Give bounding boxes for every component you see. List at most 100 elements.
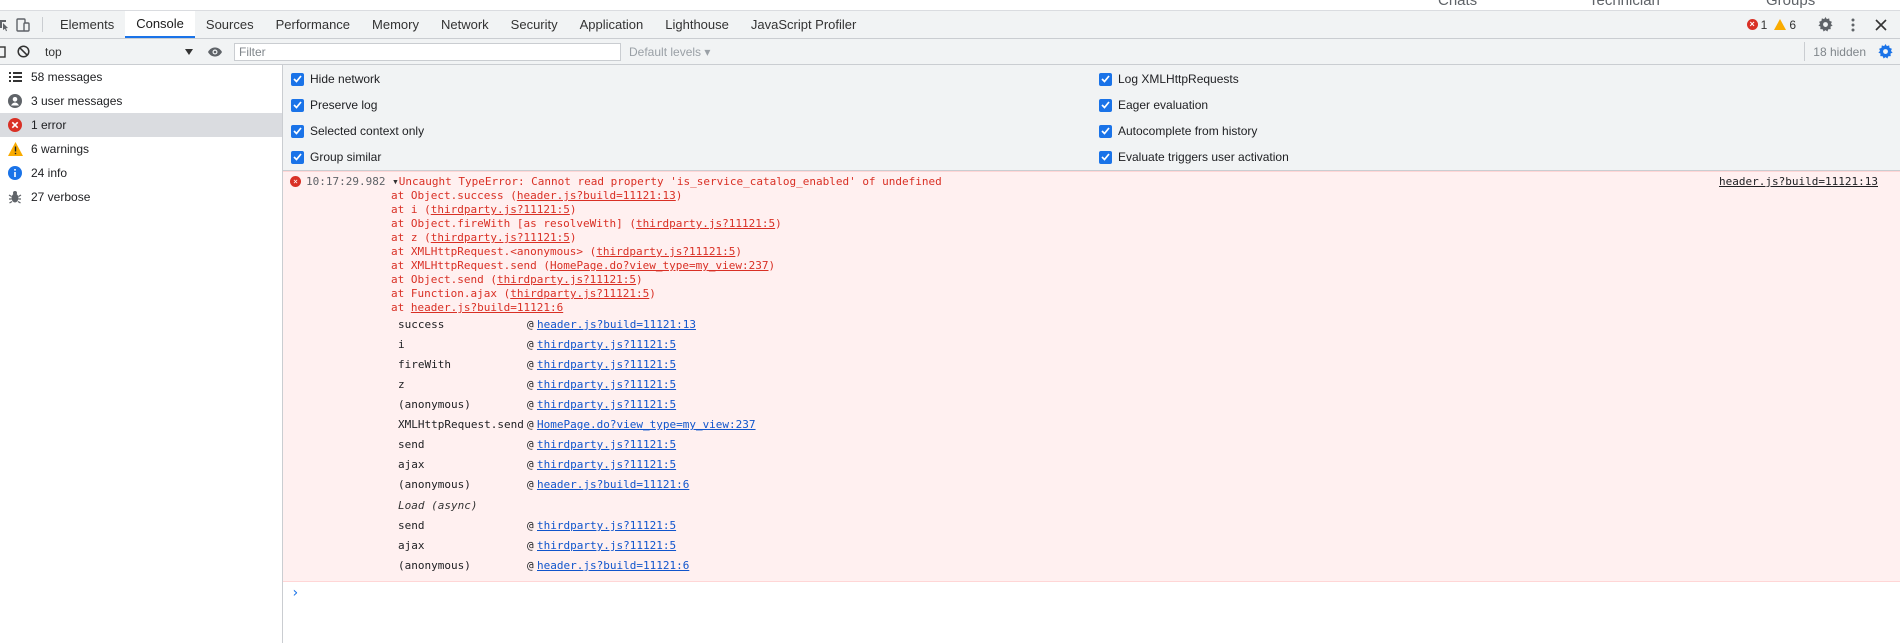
expand-triangle-icon[interactable]: ▾ — [392, 175, 399, 188]
stack-line: at Function.ajax (thirdparty.js?11121:5) — [391, 287, 782, 301]
frame-function: ajax — [398, 539, 425, 552]
frame-source-link[interactable]: thirdparty.js?11121:5 — [537, 355, 676, 375]
frame-source-link[interactable]: thirdparty.js?11121:5 — [537, 375, 676, 395]
setting-evaluate-triggers-user-activation[interactable]: Evaluate triggers user activation — [1099, 144, 1289, 170]
checkbox-checked-icon[interactable] — [291, 124, 304, 138]
tab-security[interactable]: Security — [500, 11, 569, 38]
tab-application[interactable]: Application — [569, 11, 655, 38]
frame-at-sign: @ — [527, 418, 534, 431]
checkbox-checked-icon[interactable] — [1099, 98, 1112, 112]
frame-source-link[interactable]: HomePage.do?view_type=my_view:237 — [537, 415, 756, 435]
close-devtools-icon[interactable] — [1870, 14, 1892, 36]
frame-source-link[interactable]: thirdparty.js?11121:5 — [537, 536, 676, 556]
stack-text: ) — [775, 217, 782, 230]
stack-source-link[interactable]: HomePage.do?view_type=my_view:237 — [550, 259, 769, 272]
bug-icon — [7, 189, 23, 205]
log-levels-dropdown[interactable]: Default levels ▾ — [629, 45, 710, 59]
more-options-icon[interactable] — [1842, 14, 1864, 36]
checkbox-checked-icon[interactable] — [291, 98, 304, 112]
stack-source-link[interactable]: thirdparty.js?11121:5 — [510, 287, 649, 300]
frame-source-link[interactable]: header.js?build=11121:13 — [537, 315, 696, 335]
frame-at-sign: @ — [527, 478, 534, 491]
setting-label: Hide network — [310, 72, 381, 86]
call-frame: z @ thirdparty.js?11121:5 — [398, 375, 756, 395]
tab-javascript-profiler[interactable]: JavaScript Profiler — [740, 11, 867, 38]
context-value: top — [45, 44, 62, 59]
tab-sources[interactable]: Sources — [195, 11, 265, 38]
call-frame: (anonymous) @ thirdparty.js?11121:5 — [398, 395, 756, 415]
stack-source-link[interactable]: thirdparty.js?11121:5 — [596, 245, 735, 258]
stack-source-link[interactable]: thirdparty.js?11121:5 — [431, 203, 570, 216]
tab-lighthouse[interactable]: Lighthouse — [654, 11, 740, 38]
setting-selected-context-only[interactable]: Selected context only — [291, 118, 424, 144]
sidebar-item-info[interactable]: 24 info — [0, 161, 282, 185]
setting-eager-evaluation[interactable]: Eager evaluation — [1099, 92, 1289, 118]
error-message[interactable]: × 10:17:29.982 ▾Uncaught TypeError: Cann… — [283, 171, 1900, 582]
call-frame: XMLHttpRequest.send @ HomePage.do?view_typ… — [398, 415, 756, 435]
tab-elements[interactable]: Elements — [49, 11, 125, 38]
setting-preserve-log[interactable]: Preserve log — [291, 92, 424, 118]
stack-text: at Object.success ( — [391, 189, 517, 202]
frame-source-link[interactable]: thirdparty.js?11121:5 — [537, 455, 676, 475]
frame-source-link[interactable]: thirdparty.js?11121:5 — [537, 335, 676, 355]
hidden-count: 18 hidden — [1804, 42, 1874, 61]
sidebar-item-label: 24 info — [31, 166, 68, 180]
console-settings-gear-icon[interactable] — [1874, 44, 1896, 59]
stack-source-link[interactable]: header.js?build=11121:13 — [517, 189, 676, 202]
stack-source-link[interactable]: thirdparty.js?11121:5 — [497, 273, 636, 286]
checkbox-checked-icon[interactable] — [1099, 124, 1112, 138]
checkbox-checked-icon[interactable] — [291, 72, 304, 86]
stack-line: at Object.send (thirdparty.js?11121:5) — [391, 273, 782, 287]
frame-function: ajax — [398, 458, 425, 471]
sidebar-item-warnings[interactable]: 6 warnings — [0, 137, 282, 161]
setting-group-similar[interactable]: Group similar — [291, 144, 424, 170]
stack-source-link[interactable]: header.js?build=11121:6 — [411, 301, 563, 314]
checkbox-checked-icon[interactable] — [1099, 72, 1112, 86]
call-frame: (anonymous) @ header.js?build=11121:6 — [398, 475, 756, 495]
stack-text: ) — [649, 287, 656, 300]
warning-icon — [1774, 19, 1787, 30]
console-sidebar: 58 messages 3 user messages 1 error 6 wa… — [0, 65, 283, 643]
warning-icon — [7, 141, 23, 157]
stack-text: ) — [675, 189, 683, 202]
clear-console-icon[interactable] — [10, 45, 36, 58]
checkbox-checked-icon[interactable] — [291, 150, 304, 164]
tab-console[interactable]: Console — [125, 11, 195, 38]
setting-log-xmlhttprequests[interactable]: Log XMLHttpRequests — [1099, 66, 1289, 92]
settings-gear-icon[interactable] — [1814, 14, 1836, 36]
frame-source-link[interactable]: header.js?build=11121:6 — [537, 556, 689, 576]
frame-function: (anonymous) — [398, 398, 471, 411]
sidebar-toggle-icon[interactable] — [0, 45, 10, 58]
sidebar-item-messages[interactable]: 58 messages — [0, 65, 282, 89]
frame-source-link[interactable]: thirdparty.js?11121:5 — [537, 516, 676, 536]
sidebar-item-errors[interactable]: 1 error — [0, 113, 282, 137]
tab-performance[interactable]: Performance — [265, 11, 361, 38]
inspect-element-icon[interactable] — [0, 11, 10, 38]
stack-line: at Object.fireWith [as resolveWith] (thi… — [391, 217, 782, 231]
stack-text: ) — [636, 273, 643, 286]
error-count-badge[interactable]: × 1 6 — [1746, 18, 1796, 32]
call-frame: send @ thirdparty.js?11121:5 — [398, 435, 756, 455]
stack-line: at header.js?build=11121:6 — [391, 301, 782, 315]
setting-hide-network[interactable]: Hide network — [291, 66, 424, 92]
live-expression-eye-icon[interactable] — [202, 47, 228, 57]
sidebar-item-verbose[interactable]: 27 verbose — [0, 185, 282, 209]
frame-source-link[interactable]: thirdparty.js?11121:5 — [537, 395, 676, 415]
filter-input[interactable] — [234, 42, 621, 61]
error-source-link[interactable]: header.js?build=11121:13 — [1719, 175, 1878, 188]
checkbox-checked-icon[interactable] — [1099, 150, 1112, 164]
tab-network[interactable]: Network — [430, 11, 500, 38]
setting-autocomplete-from-history[interactable]: Autocomplete from history — [1099, 118, 1289, 144]
call-frame: fireWith @ thirdparty.js?11121:5 — [398, 355, 756, 375]
frame-source-link[interactable]: thirdparty.js?11121:5 — [537, 435, 676, 455]
stack-source-link[interactable]: thirdparty.js?11121:5 — [636, 217, 775, 230]
call-frame: (anonymous) @ header.js?build=11121:6 — [398, 556, 756, 576]
frame-source-link[interactable]: header.js?build=11121:6 — [537, 475, 689, 495]
context-select[interactable]: top — [41, 42, 197, 61]
console-prompt-chevron-icon[interactable]: › — [291, 585, 299, 601]
tab-memory[interactable]: Memory — [361, 11, 430, 38]
device-toolbar-icon[interactable] — [10, 11, 36, 38]
stack-source-link[interactable]: thirdparty.js?11121:5 — [431, 231, 570, 244]
sidebar-item-user-messages[interactable]: 3 user messages — [0, 89, 282, 113]
frame-function: fireWith — [398, 358, 451, 371]
